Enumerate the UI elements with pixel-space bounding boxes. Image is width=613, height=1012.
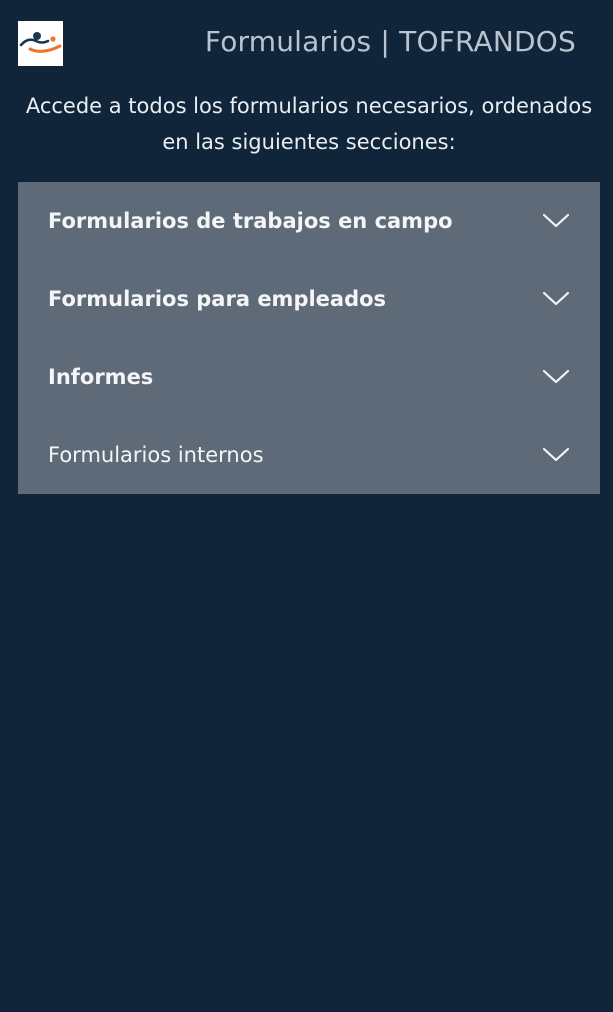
tofrandos-logo-icon xyxy=(19,32,62,53)
logo[interactable] xyxy=(18,21,63,66)
chevron-down-icon xyxy=(542,212,570,230)
page: Formularios | TOFRANDOS Accede a todos l… xyxy=(0,0,613,1012)
chevron-down-icon xyxy=(542,446,570,464)
intro-text: Accede a todos los formularios necesario… xyxy=(25,94,593,154)
accordion-item-trabajos-campo[interactable]: Formularios de trabajos en campo xyxy=(18,182,600,260)
accordion-item-label: Formularios para empleados xyxy=(48,287,387,311)
accordion-item-label: Informes xyxy=(48,365,154,389)
chevron-down-icon xyxy=(542,368,570,386)
header: Formularios | TOFRANDOS xyxy=(0,0,613,86)
page-title: Formularios | TOFRANDOS xyxy=(204,25,576,58)
accordion-item-empleados[interactable]: Formularios para empleados xyxy=(18,260,600,338)
accordion-item-informes[interactable]: Informes xyxy=(18,338,600,416)
chevron-down-icon xyxy=(542,290,570,308)
accordion-item-label: Formularios internos xyxy=(48,443,264,467)
sections-accordion: Formularios de trabajos en campo Formula… xyxy=(18,182,600,494)
accordion-item-internos[interactable]: Formularios internos xyxy=(18,416,600,494)
accordion-item-label: Formularios de trabajos en campo xyxy=(48,209,453,233)
